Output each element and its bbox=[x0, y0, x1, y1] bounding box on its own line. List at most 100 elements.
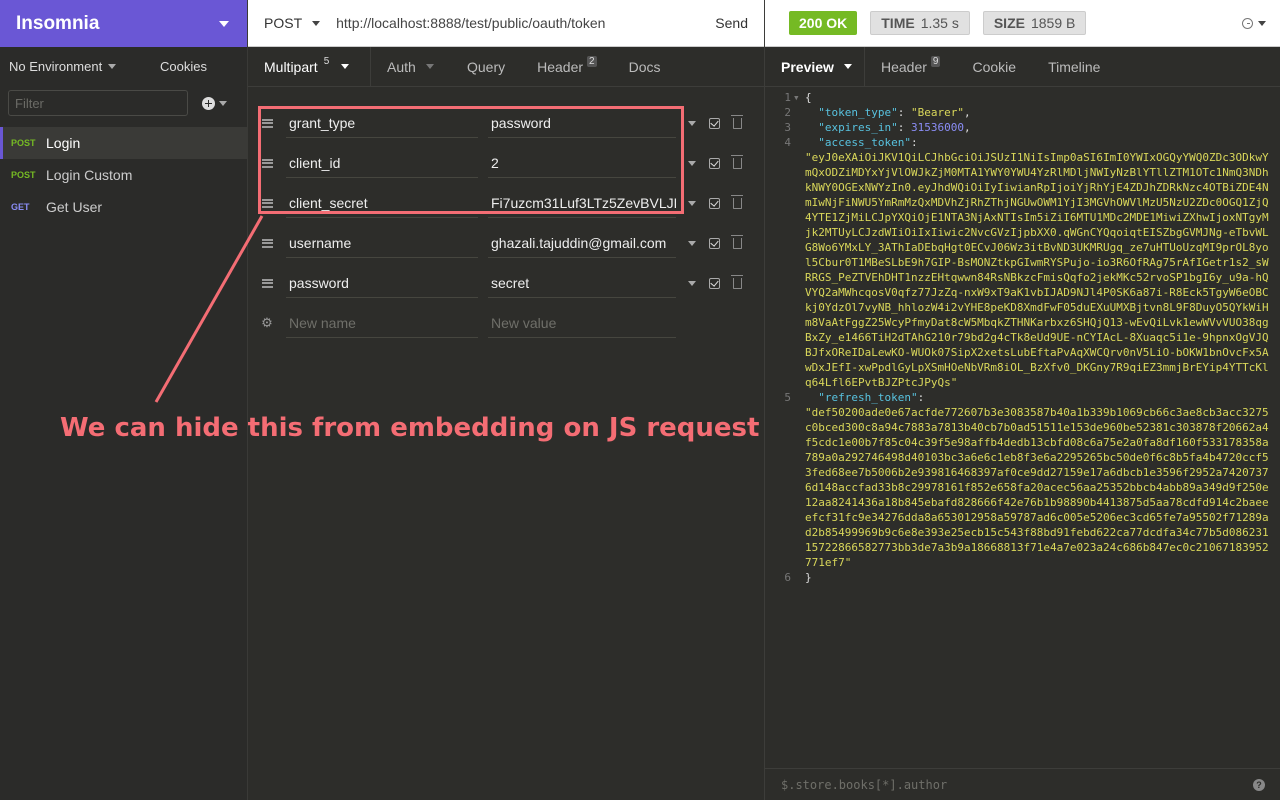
response-filter-input[interactable]: $.store.books[*].author bbox=[781, 778, 947, 792]
chevron-down-icon bbox=[341, 64, 350, 69]
enable-checkbox[interactable] bbox=[709, 117, 720, 129]
response-body: 1 ▾{ 2 "token_type": "Bearer", 3 "expires… bbox=[765, 90, 1280, 585]
help-icon[interactable]: ? bbox=[1253, 778, 1265, 791]
sidebar-item-get-user[interactable]: GET Get User bbox=[0, 191, 247, 223]
tab-preview[interactable]: Preview bbox=[765, 47, 865, 86]
tab-auth[interactable]: Auth bbox=[371, 47, 451, 86]
sidebar-item-login-custom[interactable]: POST Login Custom bbox=[0, 159, 247, 191]
enable-checkbox[interactable] bbox=[709, 157, 720, 169]
gear-icon[interactable]: ⚙ bbox=[248, 315, 286, 331]
row-controls bbox=[688, 274, 743, 289]
chevron-down-icon bbox=[425, 64, 434, 69]
drag-handle[interactable] bbox=[248, 278, 286, 288]
url-input[interactable]: http://localhost:8888/test/public/oauth/… bbox=[336, 15, 715, 31]
access-token-value: "eyJ0eXAiOiJKV1QiLCJhbGciOiJSUzI1NiIsImp… bbox=[805, 151, 1269, 389]
new-name-input[interactable]: New name bbox=[286, 308, 478, 338]
trash-icon[interactable] bbox=[731, 114, 743, 129]
sidebar: Insomnia No Environment Cookies POST Log… bbox=[0, 0, 248, 800]
response-tabs: Preview Header 9 Cookie Timeline bbox=[765, 47, 1280, 87]
param-name-input[interactable]: client_id bbox=[286, 148, 478, 178]
tab-label: Timeline bbox=[1048, 58, 1101, 75]
param-value-input[interactable]: password bbox=[488, 108, 676, 138]
drag-handle[interactable] bbox=[248, 198, 286, 208]
param-type-dropdown[interactable] bbox=[688, 160, 696, 166]
chevron-down-icon bbox=[219, 100, 227, 106]
fold-icon[interactable]: ▾ bbox=[791, 90, 805, 105]
tab-cookie[interactable]: Cookie bbox=[956, 47, 1032, 86]
tab-timeline[interactable]: Timeline bbox=[1032, 47, 1116, 86]
new-value-input[interactable]: New value bbox=[488, 308, 676, 338]
tab-query[interactable]: Query bbox=[451, 47, 521, 86]
environment-label: No Environment bbox=[9, 58, 103, 74]
enable-checkbox[interactable] bbox=[709, 237, 720, 249]
param-type-dropdown[interactable] bbox=[688, 240, 696, 246]
method-badge: GET bbox=[11, 202, 30, 212]
param-value-input[interactable]: secret bbox=[488, 268, 676, 298]
tab-label: Docs bbox=[628, 58, 661, 75]
cookies-button[interactable]: Cookies bbox=[160, 59, 207, 74]
param-type-dropdown[interactable] bbox=[688, 280, 696, 286]
tab-label: Header bbox=[537, 58, 584, 75]
tab-multipart[interactable]: Multipart 5 bbox=[248, 47, 371, 86]
row-controls bbox=[688, 194, 743, 209]
plus-circle-icon bbox=[202, 96, 215, 110]
tab-badge: 9 bbox=[930, 56, 941, 67]
method-badge: POST bbox=[11, 170, 36, 180]
param-row: password secret bbox=[248, 263, 764, 303]
add-request-button[interactable] bbox=[202, 96, 227, 110]
trash-icon[interactable] bbox=[731, 154, 743, 169]
response-filter-bar: $.store.books[*].author ? bbox=[765, 768, 1280, 800]
enable-checkbox[interactable] bbox=[709, 197, 720, 209]
trash-icon[interactable] bbox=[731, 234, 743, 249]
param-name-input[interactable]: client_secret bbox=[286, 188, 478, 218]
tab-label: Query bbox=[467, 58, 506, 75]
trash-icon[interactable] bbox=[731, 274, 743, 289]
param-value-input[interactable]: 2 bbox=[488, 148, 676, 178]
method-dropdown[interactable]: POST bbox=[264, 15, 321, 31]
chevron-down-icon bbox=[1258, 20, 1266, 26]
chevron-down-icon bbox=[843, 64, 852, 69]
json-value: "Bearer" bbox=[910, 106, 964, 119]
tab-docs[interactable]: Docs bbox=[613, 47, 677, 86]
tab-badge: 2 bbox=[587, 56, 597, 67]
chevron-down-icon bbox=[219, 20, 229, 27]
drag-handle-icon bbox=[261, 198, 273, 208]
chevron-down-icon bbox=[312, 20, 321, 26]
param-value-input[interactable]: ghazali.tajuddin@gmail.com bbox=[488, 228, 676, 258]
param-type-dropdown[interactable] bbox=[688, 120, 696, 126]
multipart-params: grant_type password client_id 2 client_s… bbox=[248, 87, 764, 343]
tab-label: Auth bbox=[387, 58, 416, 75]
drag-handle[interactable] bbox=[248, 118, 286, 128]
history-dropdown[interactable] bbox=[1242, 17, 1266, 29]
time-value: 1.35 s bbox=[920, 15, 959, 31]
workspace-menu[interactable]: Insomnia bbox=[0, 0, 247, 47]
enable-checkbox[interactable] bbox=[709, 277, 720, 289]
drag-handle-icon bbox=[261, 278, 273, 288]
tab-header[interactable]: Header 2 bbox=[521, 47, 612, 86]
environment-row: No Environment Cookies bbox=[0, 47, 247, 85]
param-name-input[interactable]: username bbox=[286, 228, 478, 258]
json-key: "expires_in" bbox=[818, 121, 898, 134]
param-type-dropdown[interactable] bbox=[688, 200, 696, 206]
request-name: Get User bbox=[46, 199, 103, 215]
send-button[interactable]: Send bbox=[715, 15, 748, 31]
param-value-input[interactable]: Fi7uzcm31Luf3LTz5ZevBVLJEgm bbox=[488, 188, 676, 218]
trash-icon[interactable] bbox=[731, 194, 743, 209]
json-key: "token_type" bbox=[818, 106, 898, 119]
new-param-row: ⚙ New name New value bbox=[248, 303, 764, 343]
param-name-input[interactable]: grant_type bbox=[286, 108, 478, 138]
method-badge: POST bbox=[11, 138, 36, 148]
sidebar-item-login[interactable]: POST Login bbox=[0, 127, 247, 159]
method-label: POST bbox=[264, 15, 303, 31]
param-name-input[interactable]: password bbox=[286, 268, 478, 298]
drag-handle[interactable] bbox=[248, 238, 286, 248]
environment-dropdown[interactable]: No Environment bbox=[9, 58, 117, 74]
drag-handle-icon bbox=[261, 118, 273, 128]
url-bar: POST http://localhost:8888/test/public/o… bbox=[248, 0, 764, 47]
param-row: client_secret Fi7uzcm31Luf3LTz5ZevBVLJEg… bbox=[248, 183, 764, 223]
row-controls bbox=[688, 114, 743, 129]
json-key: "access_token" bbox=[818, 136, 911, 149]
tab-response-header[interactable]: Header 9 bbox=[865, 47, 956, 86]
drag-handle[interactable] bbox=[248, 158, 286, 168]
filter-input[interactable] bbox=[8, 90, 188, 116]
